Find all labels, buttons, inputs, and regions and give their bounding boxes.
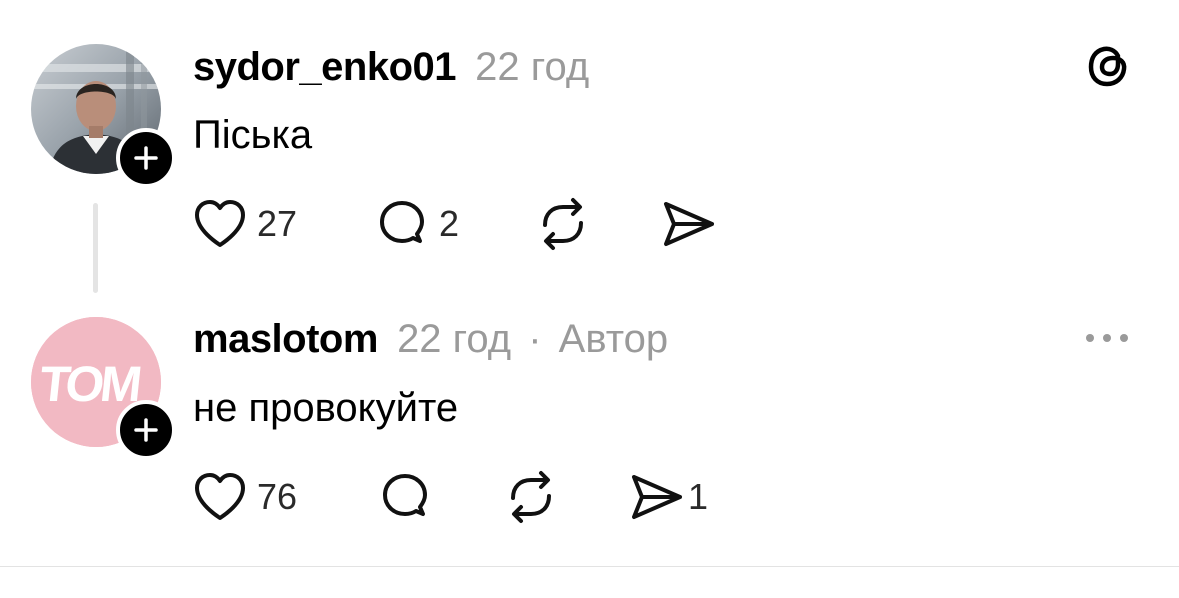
share-button[interactable]	[660, 196, 716, 252]
plus-icon	[134, 418, 158, 442]
plus-icon	[134, 146, 158, 170]
post-text: Піська	[193, 113, 313, 157]
threads-logo-icon[interactable]	[1084, 42, 1132, 90]
post-header: sydor_enko01 22 год	[193, 47, 589, 87]
send-icon	[632, 475, 682, 519]
svg-text:TOM: TOM	[37, 356, 142, 412]
bottom-divider	[0, 566, 1179, 567]
share-button[interactable]: 1	[628, 469, 708, 525]
like-button[interactable]: 76	[193, 469, 297, 525]
timestamp: 22 год	[397, 317, 512, 361]
more-options-icon[interactable]	[1082, 326, 1132, 350]
comment-bubble-icon	[383, 474, 427, 516]
post-2: TOM maslotom 22 год · Автор не провокуйт…	[0, 300, 1179, 566]
username[interactable]: sydor_enko01	[193, 45, 457, 89]
follow-plus-button[interactable]	[116, 400, 176, 460]
send-icon	[664, 202, 714, 246]
follow-plus-button[interactable]	[116, 128, 176, 188]
reply-button[interactable]: 2	[375, 196, 459, 252]
repost-button[interactable]	[503, 469, 559, 525]
meta-separator: ·	[528, 317, 542, 361]
ellipsis-svg	[1086, 334, 1128, 342]
reply-button[interactable]	[378, 469, 432, 525]
like-count: 27	[257, 203, 298, 244]
heart-icon	[195, 473, 245, 520]
repost-button[interactable]	[535, 196, 591, 252]
username[interactable]: maslotom	[193, 317, 378, 361]
post-1: sydor_enko01 22 год Піська 27 2	[0, 0, 1179, 300]
author-badge: Автор	[558, 317, 669, 361]
like-count: 76	[257, 476, 298, 517]
share-count: 1	[688, 476, 709, 517]
timestamp: 22 год	[475, 45, 590, 89]
repost-icon	[543, 198, 583, 250]
comment-bubble-icon	[380, 201, 424, 243]
post-header: maslotom 22 год · Автор	[193, 319, 668, 359]
post-text: не провокуйте	[193, 386, 459, 430]
heart-icon	[195, 200, 245, 247]
like-button[interactable]: 27	[193, 196, 297, 252]
repost-icon	[511, 471, 551, 523]
reply-count: 2	[439, 203, 460, 244]
threads-logo-svg	[1088, 46, 1127, 87]
thread-connector-line	[93, 203, 98, 293]
